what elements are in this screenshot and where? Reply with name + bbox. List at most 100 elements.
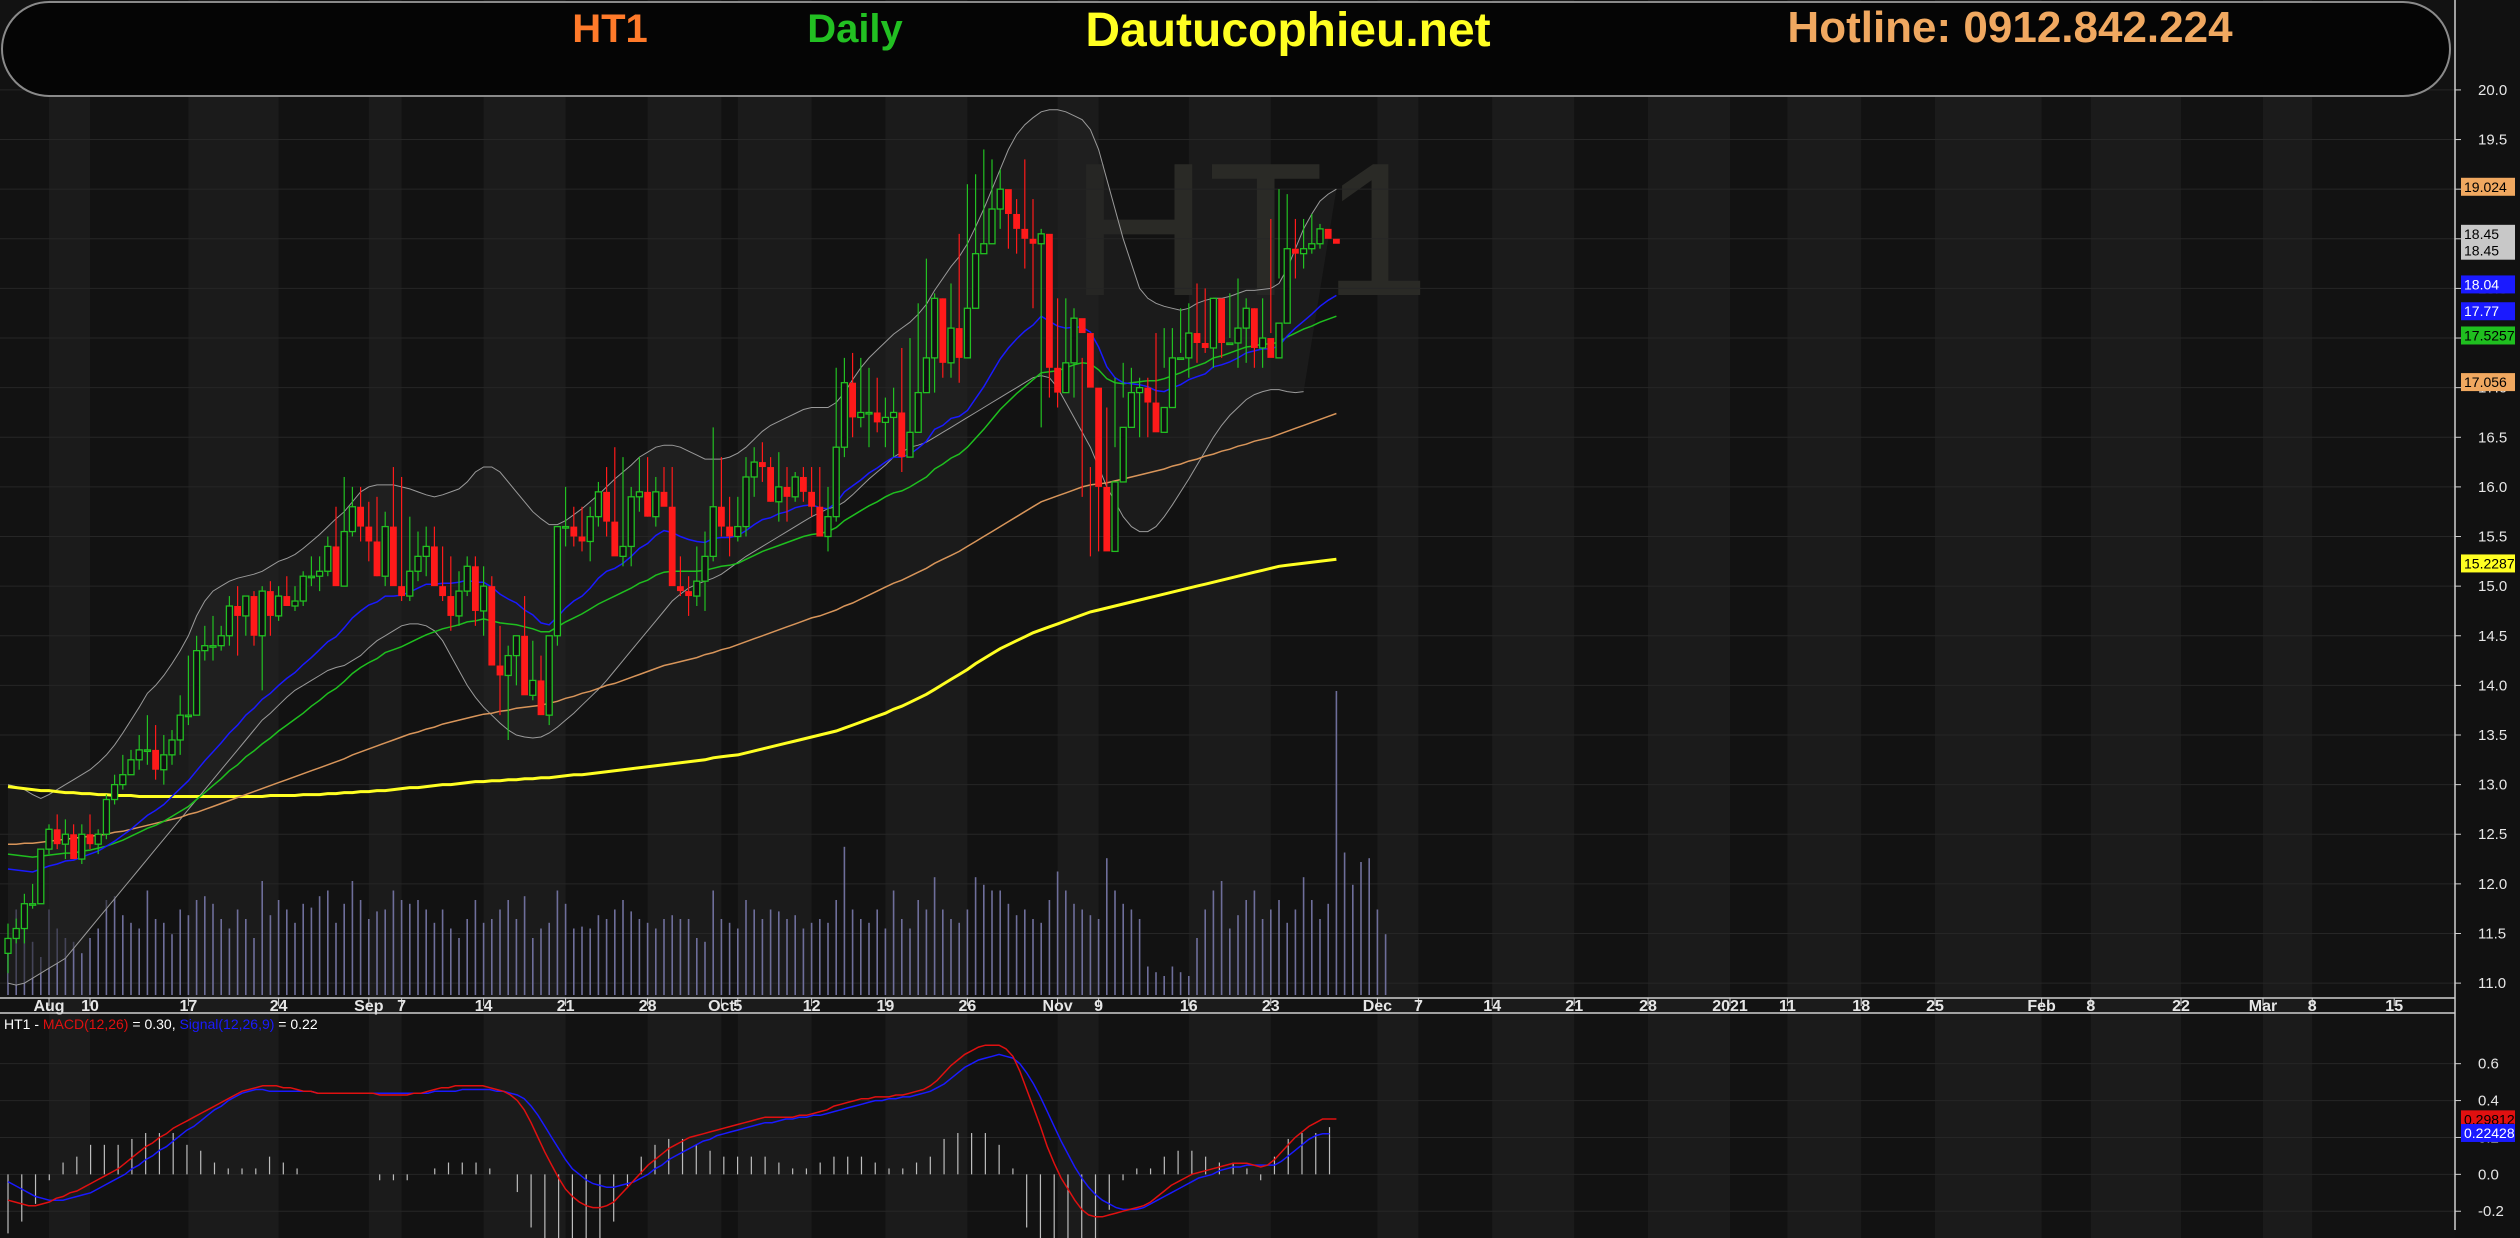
candle-body-up: [274, 595, 283, 617]
volume-bar: [589, 928, 591, 995]
candle-body-down: [668, 506, 676, 587]
volume-bar: [138, 928, 140, 995]
candle-body-down: [472, 566, 479, 611]
candle-body-up: [512, 635, 521, 657]
candle-body-up: [594, 491, 603, 518]
candle-body-up: [1168, 357, 1177, 409]
volume-bar: [286, 909, 288, 995]
volume-bar: [491, 919, 493, 995]
candle-body-up: [78, 833, 86, 860]
price-tag-label: 15.2287: [2464, 555, 2515, 571]
candle-body-down: [898, 412, 906, 458]
candle-body-down: [267, 591, 274, 616]
volume-bar: [958, 922, 960, 995]
volume-bar: [1081, 909, 1083, 995]
candle-body-down: [488, 586, 496, 666]
volume-bar: [294, 922, 296, 995]
header-hotline: Hotline: 0912.842.224: [1787, 3, 2233, 52]
price-tick-label: 15.0: [2478, 578, 2507, 595]
candle-body-up: [414, 555, 422, 572]
volume-bar: [154, 919, 157, 995]
candle-body-up: [775, 486, 783, 503]
macd-tick-label: -0.2: [2478, 1203, 2504, 1220]
volume-bar: [917, 900, 919, 995]
volume-bar: [704, 941, 706, 995]
candle-body-up: [1119, 426, 1127, 483]
candle-body-down: [873, 412, 881, 423]
volume-bar: [1204, 909, 1206, 995]
volume-bar: [1089, 915, 1092, 995]
macd-tick-label: 0.6: [2478, 1056, 2499, 1073]
volume-bar: [97, 928, 99, 995]
volume-bar: [146, 890, 149, 995]
candle-body-up: [1070, 317, 1078, 364]
candle-body-down: [955, 328, 963, 358]
volume-bar: [1319, 919, 1321, 995]
price-tick-label: 12.0: [2478, 876, 2507, 893]
volume-bar: [1343, 852, 1346, 995]
candle-body-down: [685, 591, 692, 597]
volume-bar: [327, 890, 329, 995]
volume-bar: [359, 900, 362, 995]
candle-body-up: [102, 798, 111, 835]
candle-body-up: [561, 525, 570, 529]
candle-body-up: [1308, 243, 1316, 250]
volume-bar: [335, 922, 337, 995]
volume-bar: [400, 900, 403, 995]
volume-bar: [810, 922, 813, 995]
volume-bar: [253, 938, 255, 995]
price-tag-label: 18.45: [2464, 226, 2499, 242]
candle-body-up: [693, 580, 701, 597]
candle-body-down: [939, 298, 947, 363]
candle-body-down: [1013, 213, 1020, 229]
candle-body-down: [1078, 318, 1086, 334]
volume-bar: [556, 890, 559, 995]
price-tick-label: 13.5: [2478, 727, 2507, 744]
volume-bar: [277, 900, 280, 995]
volume-bar: [851, 909, 854, 995]
volume-bar: [1106, 858, 1108, 995]
price-tag-label: 19.024: [2464, 179, 2507, 195]
candle-body-up: [701, 555, 709, 582]
candle-body-down: [398, 586, 405, 597]
candle-body-down: [365, 526, 373, 542]
candle-body-up: [258, 590, 266, 637]
volume-bar: [179, 909, 181, 995]
volume-bar: [384, 909, 386, 995]
price-tags: 19.024 18.4518.45 18.04 17.77 17.5257 17.056 1…: [2461, 177, 2515, 573]
candle-body-up: [840, 382, 849, 448]
candle-body-down: [332, 546, 340, 587]
volume-bar: [1212, 890, 1215, 995]
volume-bar: [1352, 884, 1354, 995]
candle-body-down: [1046, 233, 1053, 368]
candle-body-up: [463, 565, 471, 592]
volume-bar: [1147, 966, 1149, 995]
volume-bar: [1294, 909, 1297, 995]
volume-bar: [1155, 972, 1157, 995]
candle-body-down: [496, 665, 504, 676]
price-tag-label: 17.77: [2464, 303, 2499, 319]
candle-body-up: [168, 739, 176, 756]
candle-body-up: [119, 774, 127, 786]
volume-bar: [1097, 919, 1100, 995]
candle-body-down: [439, 586, 446, 597]
macd-title-prefix: HT1 -: [4, 1016, 43, 1032]
candle-body-up: [930, 297, 939, 359]
stock-chart: HT1 11.0 11.5 12.0 12.5 13.0 13.5 14.0 14.5 15.0…: [0, 0, 2515, 1238]
volume-bar: [351, 881, 354, 995]
candle-body-up: [619, 545, 627, 558]
background-stripe: [647, 0, 722, 1238]
volume-bar: [1073, 903, 1075, 995]
volume-bar: [819, 919, 821, 995]
volume-bar: [1015, 915, 1018, 995]
candle-body-up: [914, 391, 922, 433]
candle-body-up: [742, 476, 750, 528]
candle-body-down: [521, 635, 528, 696]
volume-bar: [417, 900, 419, 995]
candle-body-up: [652, 491, 660, 518]
volume-bar: [876, 909, 878, 995]
volume-bar: [540, 928, 542, 995]
candle-body-up: [201, 645, 209, 652]
volume-bar: [81, 953, 83, 995]
price-tag-label: 18.04: [2464, 276, 2499, 292]
